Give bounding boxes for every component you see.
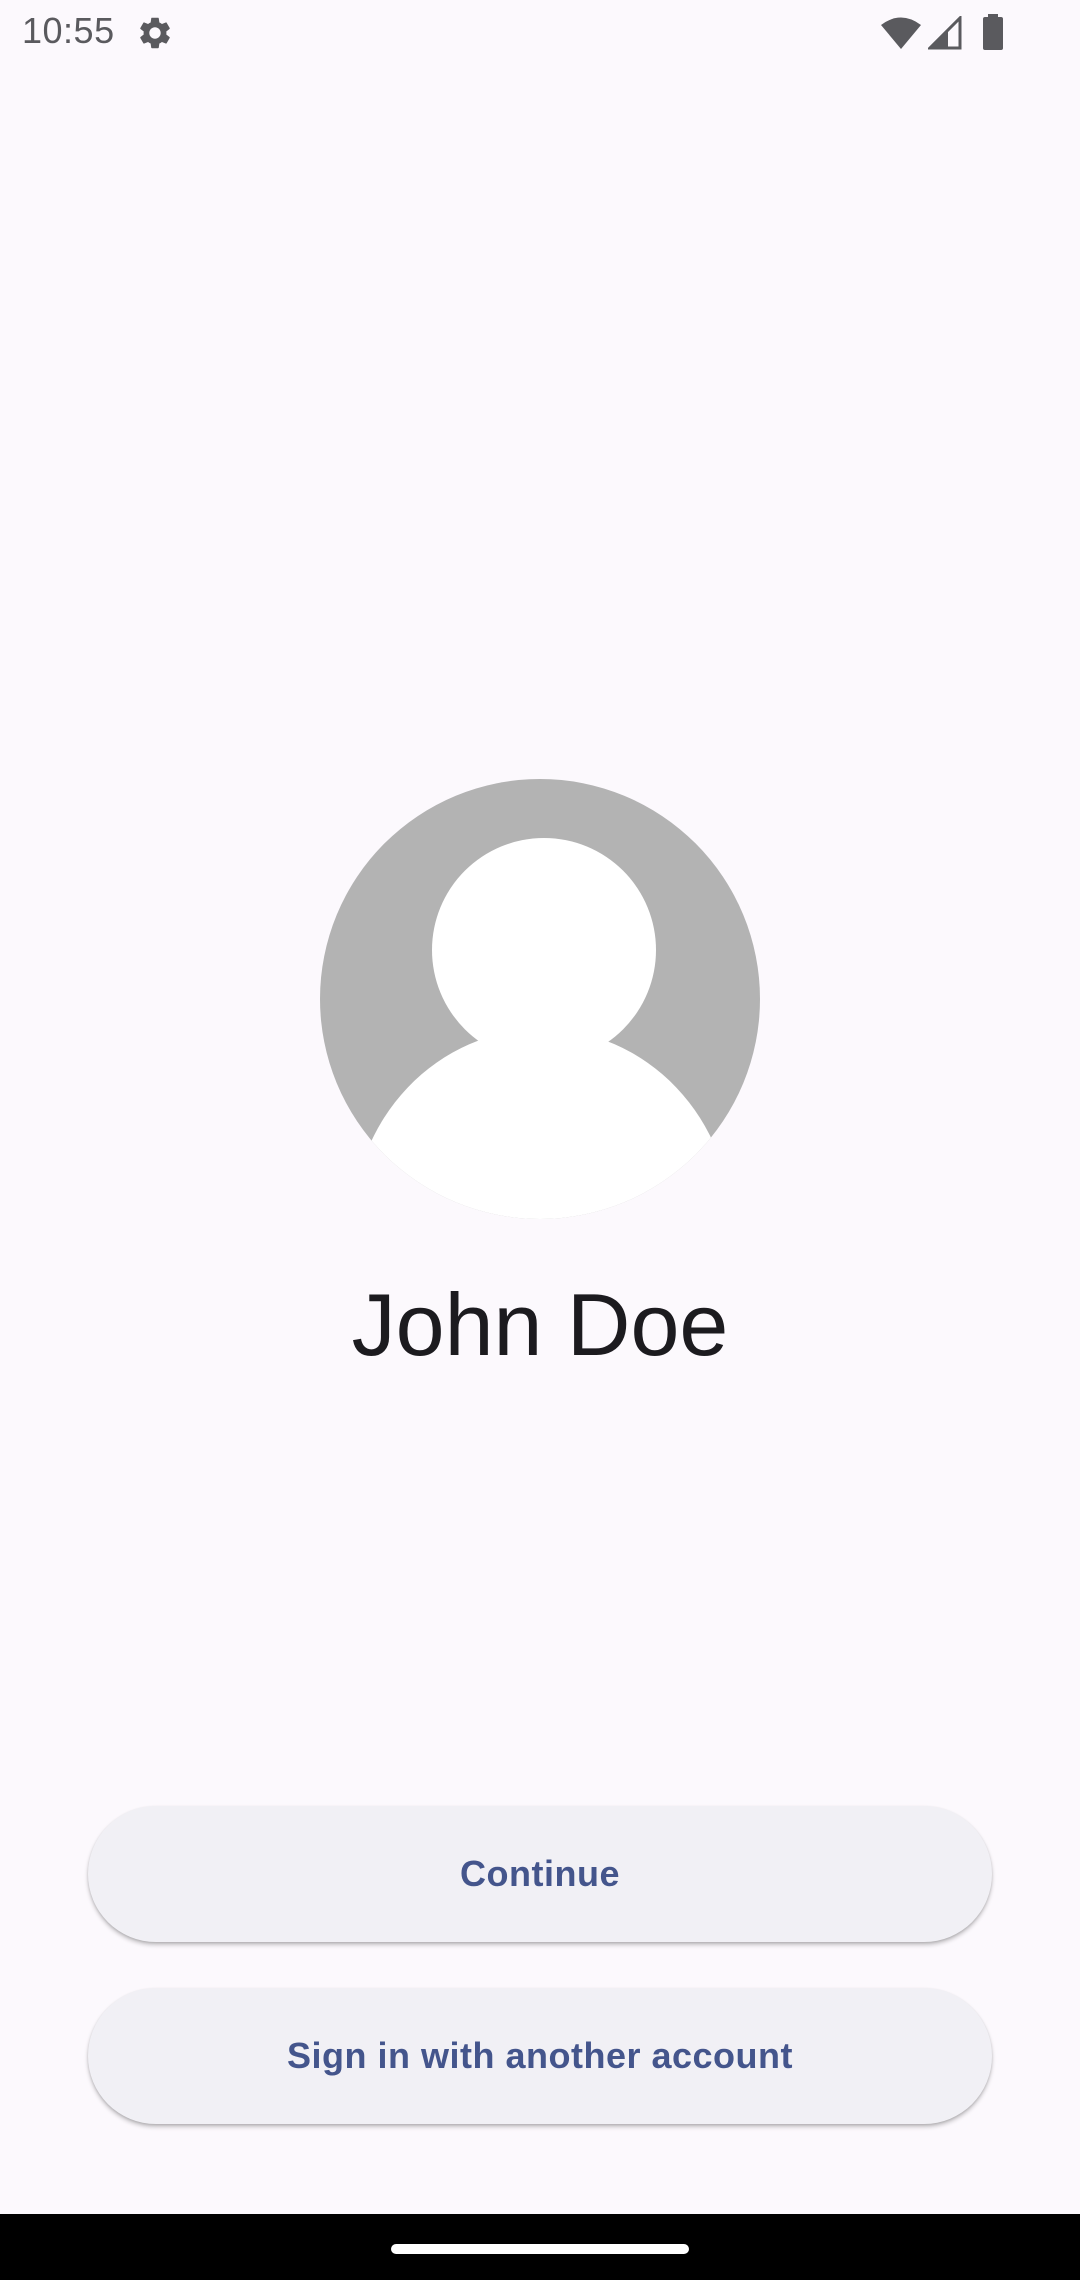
continue-button[interactable]: Continue xyxy=(88,1806,992,1942)
wifi-icon xyxy=(881,17,921,49)
cell-signal-icon xyxy=(928,16,962,50)
navigation-bar xyxy=(0,2214,1080,2280)
home-gesture-handle[interactable] xyxy=(391,2244,689,2254)
battery-icon xyxy=(983,14,1003,50)
status-bar: 10:55 xyxy=(0,0,1080,66)
user-name: John Doe xyxy=(351,1275,729,1374)
default-avatar-icon xyxy=(320,779,760,1219)
gear-icon xyxy=(140,17,170,49)
status-time: 10:55 xyxy=(22,10,115,51)
sign-in-another-account-button[interactable]: Sign in with another account xyxy=(88,1988,992,2124)
